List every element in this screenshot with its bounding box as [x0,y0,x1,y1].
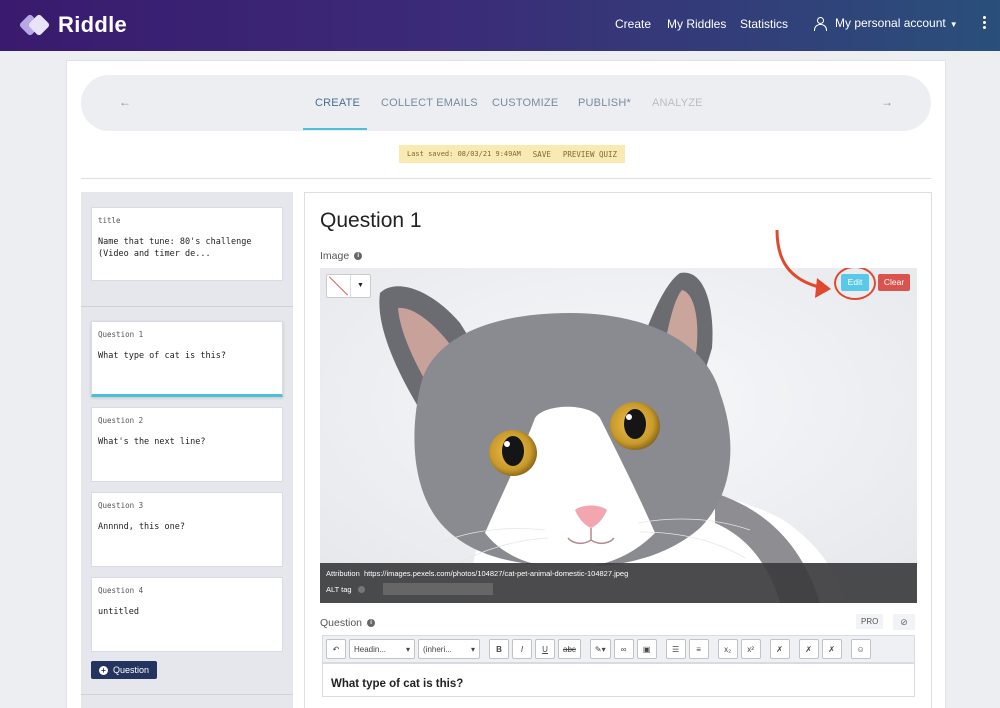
chevron-left-icon[interactable]: ← [119,95,131,109]
info-icon[interactable]: i [354,252,363,260]
nav-create[interactable]: Create [615,17,651,31]
question-card-1[interactable]: Question 1 What type of cat is this? [91,321,283,397]
kebab-menu-icon[interactable] [983,16,986,31]
question-editor: Question 1 Image i ▼ Edit Clear Attribut… [304,192,932,708]
riddle-logo[interactable]: Riddle [18,12,128,38]
image-label-text: Image [320,250,350,262]
no-image-icon [327,275,351,297]
chevron-right-icon[interactable]: → [881,95,893,109]
attribution-label: Attribution [326,569,360,578]
attribution-row: Attribution https://images.pexels.com/ph… [326,569,628,578]
question-label-text: Question [320,617,363,629]
heading-select-value: Headin... [354,644,387,654]
image-type-dropdown[interactable]: ▼ [326,274,371,298]
last-saved-text: Last saved: 08/03/21 9:49AM [407,150,521,158]
caret-down-icon: ▼ [949,20,958,29]
numbered-list-icon[interactable]: ≡ [688,639,709,659]
divider [81,178,931,179]
sidebar-separator [81,694,293,695]
attribution-bar: Attribution https://images.pexels.com/ph… [320,563,917,603]
image-icon[interactable]: ▣ [636,639,657,659]
italic-icon[interactable]: I [512,639,532,659]
font-select-value: (inheri... [423,644,452,654]
emoji-icon[interactable]: ☺ [850,639,871,659]
question-text-editor[interactable]: What type of cat is this? [322,663,915,697]
clear-image-button[interactable]: Clear [878,274,910,291]
card-label: Question 1 [98,330,144,339]
clear-format-icon[interactable]: ✗ [821,639,842,659]
page-title: Question 1 [320,209,422,232]
logo-text: Riddle [58,12,128,37]
clear-format-icon[interactable]: ✗ [769,639,790,659]
card-text: Annnnd, this one? [98,522,185,532]
save-bar: Last saved: 08/03/21 9:49AM SAVE PREVIEW… [399,145,626,163]
question-card-2[interactable]: Question 2 What's the next line? [91,407,283,482]
subscript-icon[interactable]: x₂ [717,639,738,659]
step-create[interactable]: CREATE [315,97,360,109]
sidebar-separator [81,306,293,307]
question-card-4[interactable]: Question 4 untitled [91,577,283,652]
active-step-indicator [303,128,367,130]
account-label: My personal account [835,16,946,30]
add-question-button[interactable]: + Question [91,661,158,679]
card-label: title [98,216,121,225]
card-text: Name that tune: 80's challenge (Video an… [98,237,252,259]
strikethrough-icon[interactable]: abc [558,639,581,659]
alt-tag-input[interactable] [383,583,493,595]
logo-mark-icon [18,13,51,37]
add-question-label: Question [113,665,150,675]
nav-my-riddles[interactable]: My Riddles [667,17,726,31]
info-icon[interactable] [357,586,365,593]
chevron-down-icon: ▾ [470,644,475,654]
card-label: Question 2 [98,416,144,425]
check-icon[interactable]: ⊘ [893,614,915,630]
card-label: Question 4 [98,586,144,595]
chevron-down-icon: ▾ [405,644,410,654]
plus-icon: + [99,665,108,675]
nav-statistics[interactable]: Statistics [740,17,788,31]
question-card-3[interactable]: Question 3 Annnnd, this one? [91,492,283,567]
pro-badge[interactable]: PRO [856,614,884,629]
main-panel: ← CREATE COLLECT EMAILS CUSTOMIZE PUBLIS… [66,60,946,708]
bullet-list-icon[interactable]: ☰ [665,639,686,659]
superscript-icon[interactable]: x² [740,639,761,659]
text-toolbar: ↶ Headin... ▾ (inheri... ▾ B I U abc ✎▾ ∞ … [322,635,915,663]
clear-format-icon[interactable]: ✗ [798,639,819,659]
account-menu[interactable]: My personal account ▼ [814,16,958,31]
link-icon[interactable]: ∞ [613,639,634,659]
annotation-arrow [775,229,831,298]
question-sidebar: title Name that tune: 80's challenge (Vi… [81,192,293,708]
image-label: Image i [320,250,363,262]
heading-select[interactable]: Headin... ▾ [349,639,415,659]
save-button[interactable]: SAVE [533,150,551,159]
card-text: untitled [98,607,139,617]
step-publish[interactable]: PUBLISH* [578,97,631,109]
cat-photo [320,268,917,603]
underline-icon[interactable]: U [535,639,555,659]
card-label: Question 3 [98,501,144,510]
bold-icon[interactable]: B [489,639,509,659]
edit-image-button[interactable]: Edit [841,274,869,291]
title-card[interactable]: title Name that tune: 80's challenge (Vi… [91,207,283,281]
question-label: Question i [320,617,376,629]
step-collect-emails[interactable]: COLLECT EMAILS [381,97,478,109]
info-icon[interactable]: i [367,619,376,627]
user-icon [814,16,827,31]
step-customize[interactable]: CUSTOMIZE [492,97,558,109]
preview-quiz-button[interactable]: PREVIEW QUIZ [563,150,617,159]
step-analyze: ANALYZE [652,97,703,109]
step-nav: ← CREATE COLLECT EMAILS CUSTOMIZE PUBLIS… [81,75,931,131]
top-navbar: Riddle Create My Riddles Statistics My p… [0,0,1000,51]
chevron-down-icon: ▼ [357,282,364,289]
card-text: What's the next line? [98,437,206,447]
alt-tag-row: ALT tag [326,585,365,594]
alt-tag-label: ALT tag [326,585,352,594]
attribution-url[interactable]: https://images.pexels.com/photos/104827/… [364,569,628,578]
image-preview[interactable]: ▼ Edit Clear Attribution https://images.… [320,268,917,603]
card-text: What type of cat is this? [98,351,226,361]
font-select[interactable]: (inheri... ▾ [418,639,480,659]
undo-icon[interactable]: ↶ [326,639,346,659]
color-picker-icon[interactable]: ✎▾ [589,639,611,659]
